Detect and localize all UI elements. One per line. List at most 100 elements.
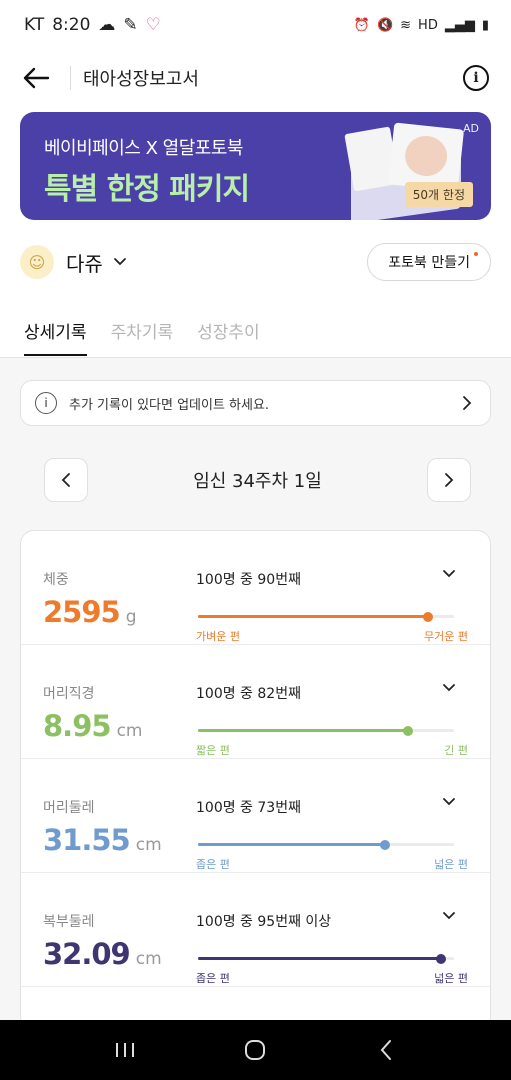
info-icon[interactable]: i xyxy=(463,65,489,91)
hd-icon: HD xyxy=(418,17,438,33)
home-button[interactable] xyxy=(225,1025,285,1075)
metric-value: 2595 g xyxy=(43,595,137,629)
percentile-bar xyxy=(198,839,454,850)
week-label: 임신 34주차 1일 xyxy=(193,471,322,492)
bar-right-label: 넓은 편 xyxy=(434,972,468,985)
chevron-down-icon[interactable] xyxy=(442,569,456,579)
header-divider xyxy=(70,66,71,90)
profile-row: ☺ 다쥬 포토북 만들기 xyxy=(20,240,491,284)
tab-growth-trend[interactable]: 성장추이 xyxy=(197,306,260,356)
notification-icon: ✎ xyxy=(123,15,138,35)
banner-tag: 50개 한정 xyxy=(404,182,473,207)
home-icon xyxy=(245,1040,266,1060)
photobook-button-label: 포토북 만들기 xyxy=(388,255,470,271)
bar-right-label: 긴 편 xyxy=(444,744,468,757)
percentile-marker xyxy=(402,725,413,736)
mute-icon: 🔇 xyxy=(376,17,394,33)
wifi-icon: ≋ xyxy=(400,17,412,33)
new-dot-badge xyxy=(474,252,478,256)
bar-right-label: 무거운 편 xyxy=(424,630,468,643)
percentile-bar xyxy=(198,953,454,964)
page-title: 태아성장보고서 xyxy=(83,69,199,90)
system-nav-bar xyxy=(0,1020,511,1080)
cloud-icon: ☁ xyxy=(98,15,116,35)
heart-icon: ♡ xyxy=(145,15,161,35)
metric-value: 8.95 cm xyxy=(43,709,142,743)
metric-unit: g xyxy=(125,607,137,627)
avatar[interactable]: ☺ xyxy=(20,245,54,279)
app-header: 태아성장보고서 i xyxy=(0,50,511,106)
info-circle-icon: i xyxy=(35,392,57,414)
chevron-left-icon xyxy=(61,473,70,487)
chevron-down-icon[interactable] xyxy=(442,797,456,807)
metric-unit: cm xyxy=(135,949,162,969)
tab-weekly-record[interactable]: 주차기록 xyxy=(111,306,174,356)
metric-number: 2595 xyxy=(43,595,121,629)
metric-abdominal-circumference[interactable]: 복부둘레 32.09 cm 100명 중 95번째 이상 좁은 편 넓은 편 xyxy=(21,873,490,987)
bar-right-label: 넓은 편 xyxy=(434,858,468,871)
metrics-card: 체중 2595 g 100명 중 90번째 가벼운 편 무거운 편 머리직경 8.… xyxy=(20,530,491,1030)
tab-detail-record[interactable]: 상세기록 xyxy=(24,306,87,356)
metric-number: 32.09 xyxy=(43,937,131,971)
next-week-button[interactable] xyxy=(426,458,471,502)
chevron-down-icon[interactable] xyxy=(442,683,456,693)
chevron-down-icon[interactable] xyxy=(442,911,456,921)
recent-apps-button[interactable] xyxy=(95,1025,155,1075)
arrow-left-icon xyxy=(23,67,50,89)
metric-unit: cm xyxy=(116,721,143,741)
chevron-down-icon[interactable] xyxy=(113,257,127,267)
week-navigator: 임신 34주차 1일 xyxy=(44,458,471,502)
bar-left-label: 좁은 편 xyxy=(196,858,230,871)
status-right: ⏰ 🔇 ≋ HD ▂▄▆ ▮ xyxy=(354,18,489,33)
percentile-marker xyxy=(379,839,390,850)
metric-value: 31.55 cm xyxy=(43,823,162,857)
metric-rank: 100명 중 73번째 xyxy=(196,800,301,816)
percentile-fill xyxy=(198,957,442,960)
system-back-button[interactable] xyxy=(356,1025,416,1075)
metric-rank: 100명 중 82번째 xyxy=(196,686,301,702)
percentile-bar xyxy=(198,611,454,622)
metric-rank: 100명 중 95번째 이상 xyxy=(196,914,332,930)
notice-text: 추가 기록이 있다면 업데이트 하세요. xyxy=(69,397,270,413)
battery-icon: ▮ xyxy=(481,17,489,33)
metric-head-diameter[interactable]: 머리직경 8.95 cm 100명 중 82번째 짧은 편 긴 편 xyxy=(21,645,490,759)
ad-badge: AD xyxy=(463,122,479,135)
profile-name[interactable]: 다쥬 xyxy=(66,248,103,277)
ad-banner[interactable]: 베이비페이스 X 열달포토북 특별 한정 패키지 AD 50개 한정 xyxy=(20,112,491,220)
metric-value: 32.09 cm xyxy=(43,937,162,971)
metric-label: 체중 xyxy=(43,572,69,588)
metric-number: 8.95 xyxy=(43,709,112,743)
time-label: 8:20 xyxy=(52,15,91,35)
metric-number: 31.55 xyxy=(43,823,131,857)
banner-line1: 베이비페이스 X 열달포토북 xyxy=(44,138,243,159)
metric-label: 머리직경 xyxy=(43,686,95,702)
update-notice[interactable]: i 추가 기록이 있다면 업데이트 하세요. xyxy=(20,380,491,426)
percentile-bar xyxy=(198,725,454,736)
chevron-right-icon xyxy=(445,473,454,487)
back-button[interactable] xyxy=(22,58,62,98)
metric-label: 복부둘레 xyxy=(43,914,95,930)
tab-bar: 상세기록 주차기록 성장추이 xyxy=(0,306,511,358)
percentile-marker xyxy=(423,611,434,622)
bar-left-label: 좁은 편 xyxy=(196,972,230,985)
metric-weight[interactable]: 체중 2595 g 100명 중 90번째 가벼운 편 무거운 편 xyxy=(21,531,490,645)
percentile-marker xyxy=(436,953,447,964)
make-photobook-button[interactable]: 포토북 만들기 xyxy=(367,243,491,281)
percentile-fill xyxy=(198,843,385,846)
signal-icon: ▂▄▆ xyxy=(444,17,475,33)
banner-line2: 특별 한정 패키지 xyxy=(44,172,250,207)
bar-left-label: 짧은 편 xyxy=(196,744,230,757)
percentile-fill xyxy=(198,615,429,618)
bar-left-label: 가벼운 편 xyxy=(196,630,240,643)
status-bar: KT 8:20 ☁ ✎ ♡ ⏰ 🔇 ≋ HD ▂▄▆ ▮ xyxy=(0,0,511,50)
content-area: i 추가 기록이 있다면 업데이트 하세요. 임신 34주차 1일 체중 259… xyxy=(0,358,511,1030)
metric-label: 머리둘레 xyxy=(43,800,95,816)
metric-unit: cm xyxy=(135,835,162,855)
percentile-fill xyxy=(198,729,408,732)
metric-head-circumference[interactable]: 머리둘레 31.55 cm 100명 중 73번째 좁은 편 넓은 편 xyxy=(21,759,490,873)
metric-rank: 100명 중 90번째 xyxy=(196,572,301,588)
alarm-icon: ⏰ xyxy=(353,17,370,33)
prev-week-button[interactable] xyxy=(44,458,88,502)
recent-apps-icon xyxy=(116,1043,135,1057)
chevron-left-icon xyxy=(380,1040,391,1060)
